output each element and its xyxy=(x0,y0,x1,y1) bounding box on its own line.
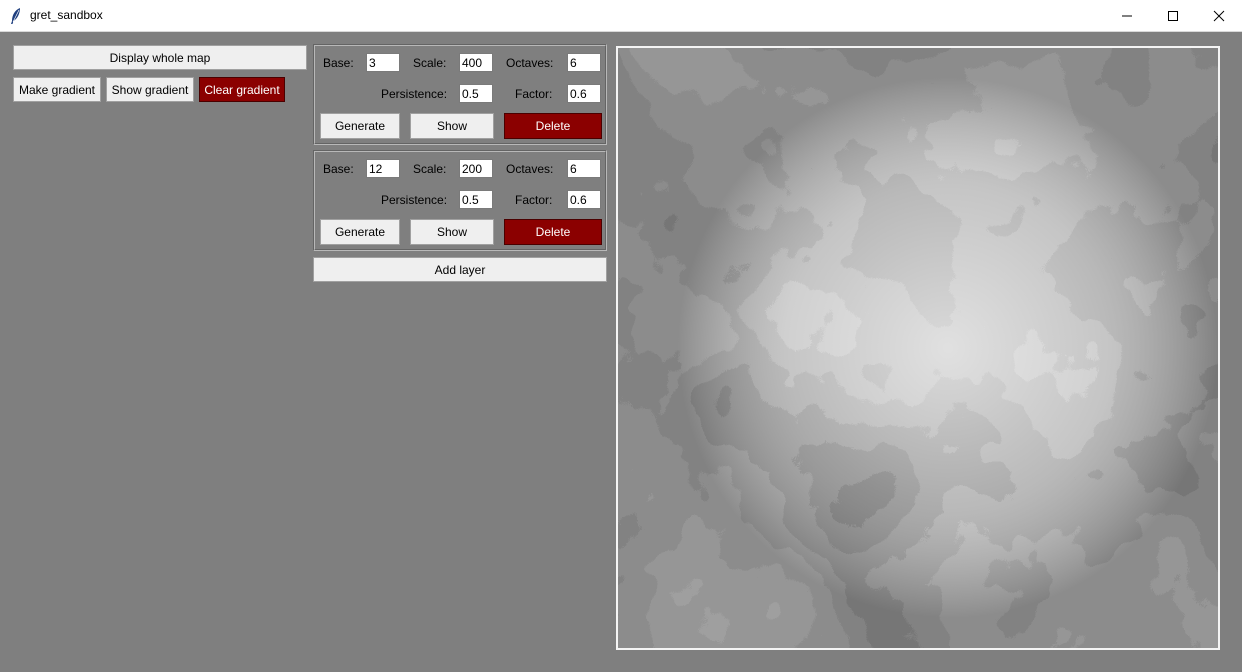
minimize-icon xyxy=(1122,15,1132,16)
factor-field[interactable]: 0.6 xyxy=(567,84,601,103)
octaves-label: Octaves: xyxy=(506,56,554,70)
base-field[interactable]: 12 xyxy=(366,159,400,178)
show-button[interactable]: Show xyxy=(410,219,494,245)
scale-field[interactable]: 200 xyxy=(459,159,493,178)
scale-label: Scale: xyxy=(413,56,447,70)
octaves-field[interactable]: 6 xyxy=(567,159,601,178)
persistence-label: Persistence: xyxy=(381,87,448,101)
display-whole-map-button[interactable]: Display whole map xyxy=(13,45,307,70)
add-layer-button[interactable]: Add layer xyxy=(313,257,607,282)
layer-panel-2: Base: 12 Scale: 200 Octaves: 6 Persisten… xyxy=(313,150,607,251)
make-gradient-button[interactable]: Make gradient xyxy=(13,77,101,102)
feather-icon xyxy=(11,8,20,24)
terrain-map-image xyxy=(618,48,1218,648)
window-title: gret_sandbox xyxy=(30,8,103,22)
close-icon xyxy=(1213,10,1225,21)
persistence-label: Persistence: xyxy=(381,193,448,207)
generate-button[interactable]: Generate xyxy=(320,113,400,139)
persistence-field[interactable]: 0.5 xyxy=(459,84,493,103)
clear-gradient-button[interactable]: Clear gradient xyxy=(199,77,285,102)
show-button[interactable]: Show xyxy=(410,113,494,139)
factor-field[interactable]: 0.6 xyxy=(567,190,601,209)
layer-panel-1: Base: 3 Scale: 400 Octaves: 6 Persistenc… xyxy=(313,44,607,145)
scale-field[interactable]: 400 xyxy=(459,53,493,72)
maximize-button[interactable] xyxy=(1150,0,1196,31)
height-map-canvas[interactable] xyxy=(616,46,1220,650)
factor-label: Factor: xyxy=(515,193,553,207)
delete-button[interactable]: Delete xyxy=(504,219,602,245)
octaves-label: Octaves: xyxy=(506,162,554,176)
delete-button[interactable]: Delete xyxy=(504,113,602,139)
base-label: Base: xyxy=(323,56,354,70)
show-gradient-button[interactable]: Show gradient xyxy=(106,77,194,102)
persistence-field[interactable]: 0.5 xyxy=(459,190,493,209)
title-bar: gret_sandbox xyxy=(0,0,1242,32)
generate-button[interactable]: Generate xyxy=(320,219,400,245)
scale-label: Scale: xyxy=(413,162,447,176)
base-label: Base: xyxy=(323,162,354,176)
factor-label: Factor: xyxy=(515,87,553,101)
maximize-icon xyxy=(1168,10,1178,21)
minimize-button[interactable] xyxy=(1104,0,1150,31)
base-field[interactable]: 3 xyxy=(366,53,400,72)
octaves-field[interactable]: 6 xyxy=(567,53,601,72)
close-button[interactable] xyxy=(1196,0,1242,31)
